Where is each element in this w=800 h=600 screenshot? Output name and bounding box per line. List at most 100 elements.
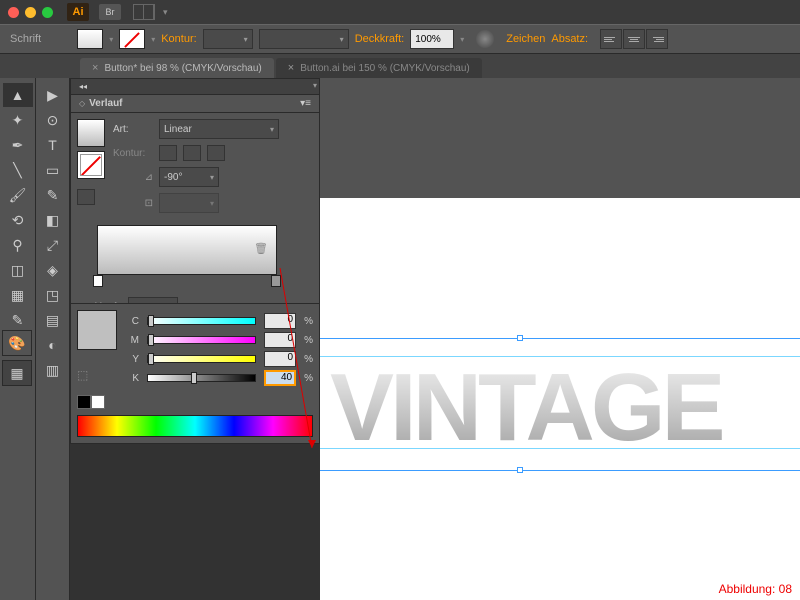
mesh-tool-icon[interactable]: ▦ (3, 283, 33, 307)
channel-k-value[interactable]: 40 (264, 370, 296, 386)
eraser-tool-icon[interactable]: ◧ (38, 208, 68, 232)
align-left-icon[interactable] (600, 29, 622, 49)
absatz-link[interactable]: Absatz: (551, 33, 588, 45)
rotate-tool-icon[interactable]: ⟲ (3, 208, 33, 232)
opacity-input[interactable] (410, 29, 454, 49)
perspective-tool-icon[interactable]: ◳ (38, 283, 68, 307)
gradient-type-dropdown[interactable]: Linear (159, 119, 279, 139)
zoom-window-icon[interactable] (42, 7, 53, 18)
guide-line (320, 356, 800, 357)
app-icon: Ai (67, 3, 89, 21)
kontur-label: Kontur: (113, 148, 153, 159)
pct-label: % (304, 373, 313, 384)
kontur-label[interactable]: Kontur: (161, 33, 196, 45)
zeichen-link[interactable]: Zeichen (506, 33, 545, 45)
stroke-align-3-icon[interactable] (207, 145, 225, 161)
color-panel: ⬚ C 0 % M 0 % (70, 303, 320, 444)
gradient-panel-header[interactable]: ◂◂ (71, 79, 319, 95)
color-tab-icon[interactable]: 🎨 (2, 330, 32, 356)
bw-swatches[interactable] (77, 395, 313, 409)
gradient-stop-left[interactable] (93, 275, 103, 287)
document-tabs: × Button* bei 98 % (CMYK/Vorschau) ×Butto… (0, 54, 800, 78)
width-tool-icon[interactable]: ⚲ (3, 233, 33, 257)
type-tool-icon[interactable]: T (38, 133, 68, 157)
floating-panels: ◂◂ ◇ Verlauf ▾≡ ▾ Art: Line (70, 78, 320, 600)
fill-swatch[interactable] (77, 29, 103, 49)
collapse-icon[interactable]: ◇ (79, 99, 85, 108)
scale-tool-icon[interactable]: ⤢ (38, 233, 68, 257)
stroke-align-2-icon[interactable] (183, 145, 201, 161)
bridge-icon[interactable]: Br (99, 4, 121, 20)
shape-builder-tool-icon[interactable]: ◫ (3, 258, 33, 282)
panel-menu-icon[interactable]: ▾≡ (300, 98, 311, 109)
stroke-swatch[interactable] (119, 29, 145, 49)
collapsed-panel-tabs: 🎨 ▦ (0, 320, 34, 386)
close-tab-icon[interactable]: × (92, 62, 98, 74)
schrift-label: Schrift (10, 33, 41, 45)
brush-tool-icon[interactable]: 🖌 (3, 183, 33, 207)
gradient-panel: ◂◂ ◇ Verlauf ▾≡ ▾ Art: Line (70, 78, 320, 330)
rectangle-tool-icon[interactable]: ▭ (38, 158, 68, 182)
pen-tool-icon[interactable]: ✒ (3, 133, 33, 157)
graph-tool-icon[interactable]: ▥ (38, 358, 68, 382)
pct-label: % (304, 316, 313, 327)
canvas-text[interactable]: VINTAGE (330, 353, 722, 463)
close-window-icon[interactable] (8, 7, 19, 18)
document-tab[interactable]: ×Button.ai bei 150 % (CMYK/Vorschau) (276, 58, 482, 78)
gradient-stop-right[interactable] (271, 275, 281, 287)
canvas-area[interactable]: VINTAGE (320, 78, 800, 600)
titlebar: Ai Br ▾ (0, 0, 800, 24)
align-center-icon[interactable] (623, 29, 645, 49)
pencil-tool-icon[interactable]: ✎ (38, 183, 68, 207)
stroke-align-1-icon[interactable] (159, 145, 177, 161)
gradient-preview[interactable]: 🗑 (97, 225, 277, 275)
trash-icon[interactable]: 🗑 (254, 242, 268, 255)
pct-label: % (304, 335, 313, 346)
angle-input[interactable]: -90° (159, 167, 219, 187)
guide-line (320, 448, 800, 449)
free-transform-tool-icon[interactable]: ◈ (38, 258, 68, 282)
lasso-tool-icon[interactable]: ⊙ (38, 108, 68, 132)
magic-wand-tool-icon[interactable]: ✦ (3, 108, 33, 132)
gradient-panel-title: Verlauf (89, 98, 122, 109)
gradient-slider[interactable] (97, 277, 277, 287)
selection-handle[interactable] (517, 467, 523, 473)
align-right-icon[interactable] (646, 29, 668, 49)
channel-m-value[interactable]: 0 (264, 332, 296, 348)
gradient-stroke-swatch[interactable] (77, 151, 105, 179)
document-tab-active[interactable]: × Button* bei 98 % (CMYK/Vorschau) (80, 58, 274, 78)
gradient-tool-icon[interactable]: ▤ (38, 308, 68, 332)
channel-y-slider[interactable] (147, 355, 256, 363)
angle-value: -90° (164, 172, 182, 183)
selection-tool-icon[interactable]: ▲ (3, 83, 33, 107)
color-fill-swatch[interactable] (77, 310, 117, 350)
spectrum-picker[interactable] (77, 415, 313, 437)
channel-k-label: K (127, 373, 139, 384)
swatches-tab-icon[interactable]: ▦ (2, 360, 32, 386)
direct-selection-tool-icon[interactable]: ▶ (38, 83, 68, 107)
channel-k-slider[interactable] (147, 374, 256, 382)
tab-label: Button* bei 98 % (CMYK/Vorschau) (104, 63, 261, 74)
line-tool-icon[interactable]: ╲ (3, 158, 33, 182)
control-bar: Schrift ▾ ▾ Kontur: Deckkraft: ▾ Zeichen… (0, 24, 800, 54)
channel-m-slider[interactable] (147, 336, 256, 344)
stroke-weight-dropdown[interactable] (203, 29, 253, 49)
channel-c-value[interactable]: 0 (264, 313, 296, 329)
blend-tool-icon[interactable]: ◐ (38, 333, 68, 357)
channel-y-value[interactable]: 0 (264, 351, 296, 367)
channel-c-label: C (127, 316, 139, 327)
deckkraft-label[interactable]: Deckkraft: (355, 33, 405, 45)
reverse-gradient-icon[interactable] (77, 189, 95, 205)
aspect-input (159, 193, 219, 213)
close-tab-icon[interactable]: × (288, 62, 294, 74)
selection-edge (320, 470, 800, 471)
brush-dropdown[interactable] (259, 29, 349, 49)
gradient-fill-swatch[interactable]: ▾ (77, 119, 105, 147)
selection-handle[interactable] (517, 335, 523, 341)
layout-switcher-icon[interactable] (133, 4, 155, 20)
globe-icon[interactable] (476, 30, 494, 48)
channel-c-slider[interactable] (147, 317, 256, 325)
gradient-type-value: Linear (164, 124, 192, 135)
figure-caption: Abbildung: 08 (719, 582, 792, 596)
minimize-window-icon[interactable] (25, 7, 36, 18)
